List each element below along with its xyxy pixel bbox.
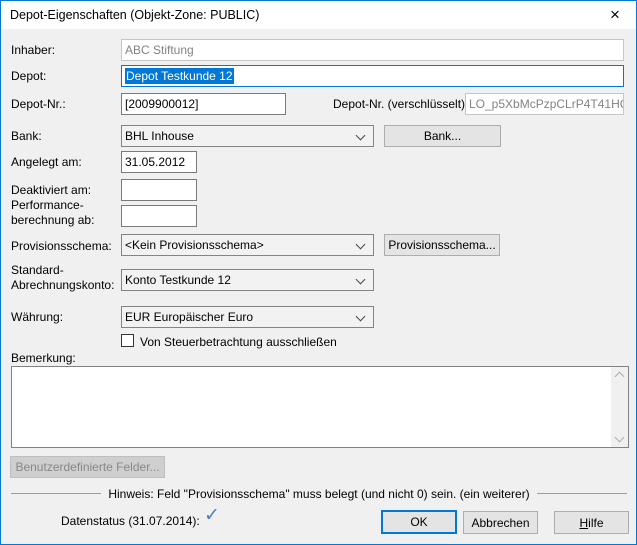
chevron-down-icon bbox=[356, 312, 366, 322]
depot-nr-enc-field: LO_p5XbMcPzpCLrP4T41HQ bbox=[465, 93, 624, 115]
waehrung-label: Währung: bbox=[11, 310, 63, 325]
dialog-title: Depot-Eigenschaften (Objekt-Zone: PUBLIC… bbox=[10, 8, 259, 22]
bank-button[interactable]: Bank... bbox=[384, 125, 501, 147]
inhaber-field: ABC Stiftung bbox=[121, 39, 624, 61]
vertical-scrollbar[interactable] bbox=[611, 367, 628, 447]
separator-line bbox=[537, 493, 627, 494]
bank-combobox-value: BHL Inhouse bbox=[125, 129, 194, 143]
angelegt-am-field[interactable]: 31.05.2012 bbox=[121, 151, 197, 173]
performance-label: Performance-berechnung ab: bbox=[11, 198, 94, 228]
deaktiviert-am-field[interactable] bbox=[121, 179, 197, 201]
bank-combobox[interactable]: BHL Inhouse bbox=[121, 125, 374, 147]
abrechnungskonto-combobox-value: Konto Testkunde 12 bbox=[125, 273, 231, 287]
benutzerdefinierte-felder-button: Benutzerdefinierte Felder... bbox=[10, 456, 165, 478]
abrechnungskonto-combobox[interactable]: Konto Testkunde 12 bbox=[121, 269, 374, 291]
bemerkung-textarea[interactable] bbox=[11, 366, 629, 448]
cancel-button[interactable]: Abbrechen bbox=[463, 511, 538, 534]
waehrung-combobox-value: EUR Europäischer Euro bbox=[125, 310, 253, 324]
checkmark-icon: ✓ bbox=[204, 504, 220, 527]
chevron-down-icon bbox=[356, 131, 366, 141]
ok-button[interactable]: OK bbox=[381, 510, 457, 534]
abrechnungskonto-label: Standard-Abrechnungskonto: bbox=[11, 263, 114, 293]
inhaber-label: Inhaber: bbox=[11, 43, 55, 58]
depot-nr-field[interactable]: [2009900012] bbox=[121, 93, 286, 115]
waehrung-combobox[interactable]: EUR Europäischer Euro bbox=[121, 306, 374, 328]
datenstatus-label: Datenstatus (31.07.2014): bbox=[61, 514, 200, 529]
bemerkung-label: Bemerkung: bbox=[11, 351, 76, 366]
depot-field-selected-text: Depot Testkunde 12 bbox=[125, 68, 234, 84]
help-button[interactable]: Hilfe bbox=[554, 511, 629, 534]
steuer-checkbox[interactable] bbox=[121, 334, 134, 347]
separator-line bbox=[11, 493, 101, 494]
title-bar: Depot-Eigenschaften (Objekt-Zone: PUBLIC… bbox=[1, 1, 636, 29]
provisionsschema-combobox-value: <Kein Provisionsschema> bbox=[125, 238, 264, 252]
depot-properties-dialog: Depot-Eigenschaften (Objekt-Zone: PUBLIC… bbox=[0, 0, 637, 545]
depot-field[interactable]: Depot Testkunde 12 bbox=[121, 65, 624, 87]
provisionsschema-combobox[interactable]: <Kein Provisionsschema> bbox=[121, 234, 374, 256]
depot-nr-label: Depot-Nr.: bbox=[11, 97, 66, 112]
depot-nr-enc-label: Depot-Nr. (verschlüsselt): bbox=[333, 97, 468, 112]
chevron-down-icon bbox=[356, 240, 366, 250]
hinweis-text: Hinweis: Feld "Provisionsschema" muss be… bbox=[108, 487, 529, 501]
provisionsschema-button[interactable]: Provisionsschema... bbox=[384, 234, 500, 256]
scroll-up-icon[interactable] bbox=[615, 372, 625, 382]
performance-field[interactable] bbox=[121, 205, 197, 227]
chevron-down-icon bbox=[356, 275, 366, 285]
hinweis-separator: Hinweis: Feld "Provisionsschema" muss be… bbox=[11, 486, 627, 501]
scroll-down-icon[interactable] bbox=[615, 433, 625, 443]
depot-label: Depot: bbox=[11, 69, 46, 84]
deaktiviert-am-label: Deaktiviert am: bbox=[11, 183, 91, 198]
bank-label: Bank: bbox=[11, 129, 42, 144]
provisionsschema-label: Provisionsschema: bbox=[11, 239, 112, 254]
steuer-checkbox-label: Von Steuerbetrachtung ausschließen bbox=[140, 335, 337, 350]
angelegt-am-label: Angelegt am: bbox=[11, 155, 82, 170]
close-icon[interactable]: × bbox=[604, 4, 626, 26]
